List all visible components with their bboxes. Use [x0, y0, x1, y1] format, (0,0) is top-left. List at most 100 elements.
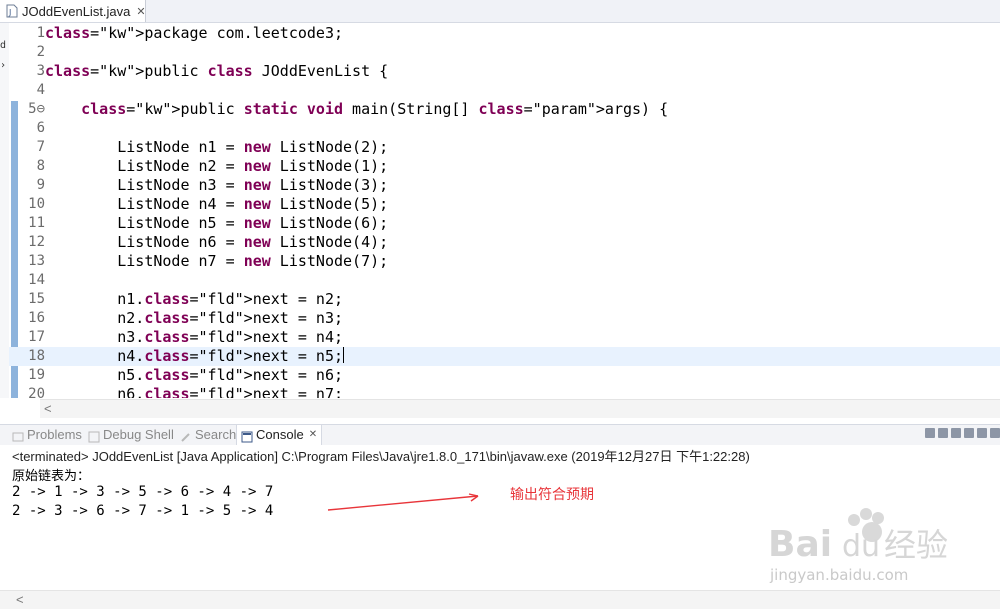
code-editor[interactable]: 1 class="kw">package com.leetcode3; 2 3 clas…	[9, 23, 1000, 398]
console-icon	[241, 429, 253, 443]
code-text: ListNode n1 = new ListNode(2);	[45, 138, 389, 156]
line-number: 18	[28, 348, 45, 364]
code-text: class="kw">public static void main(Strin…	[81, 100, 669, 118]
java-file-icon: J	[6, 4, 18, 18]
sliver-mark: d	[0, 40, 7, 51]
scroll-left-icon[interactable]: <	[16, 591, 24, 609]
code-line[interactable]: 18 n4.class="fld">next = n5;	[9, 347, 1000, 366]
console-horizontal-scrollbar[interactable]: <	[0, 590, 1000, 609]
line-number: 8	[36, 158, 45, 174]
svg-text:J: J	[8, 8, 11, 17]
tab-problems[interactable]: Problems	[12, 425, 82, 445]
line-number: 7	[36, 139, 45, 155]
line-number: 13	[28, 253, 45, 269]
line-number: 2	[36, 44, 45, 60]
line-number: 9	[36, 177, 45, 193]
code-line[interactable]: 7 ListNode n1 = new ListNode(2);	[9, 138, 1000, 157]
console-line: 2 -> 1 -> 3 -> 5 -> 6 -> 4 -> 7	[12, 484, 274, 500]
display-console-icon[interactable]	[990, 428, 1000, 438]
line-number: 1	[36, 25, 45, 41]
line-number: 20	[28, 386, 45, 398]
code-line[interactable]: 20 n6.class="fld">next = n7;	[9, 385, 1000, 398]
bottom-view-tabs: Problems Debug Shell Search Console ✕	[0, 424, 1000, 446]
editor-tab-joddevenlist[interactable]: J JOddEvenList.java ✕	[0, 0, 146, 22]
line-number: 4	[36, 82, 45, 98]
line-number: 19	[28, 367, 45, 383]
remove-launch-icon[interactable]	[938, 428, 948, 438]
code-line[interactable]: 2	[9, 43, 1000, 62]
code-line[interactable]: 12 ListNode n6 = new ListNode(4);	[9, 233, 1000, 252]
close-icon[interactable]: ✕	[136, 5, 145, 18]
code-text: class="kw">public class JOddEvenList {	[45, 62, 389, 80]
code-line[interactable]: 15 n1.class="fld">next = n2;	[9, 290, 1000, 309]
code-line[interactable]: 3 class="kw">public class JOddEvenList {	[9, 62, 1000, 81]
code-text: n4.class="fld">next = n5;	[45, 347, 345, 365]
code-text: ListNode n6 = new ListNode(4);	[45, 233, 389, 251]
problems-icon	[12, 429, 24, 442]
tab-console[interactable]: Console ✕	[236, 425, 323, 445]
code-text: class="kw">package com.leetcode3;	[45, 24, 344, 42]
tab-search[interactable]: Search	[180, 425, 236, 445]
tab-debug-shell[interactable]: Debug Shell	[88, 425, 174, 445]
line-number: 15	[28, 291, 45, 307]
terminated-status: <terminated> JOddEvenList [Java Applicat…	[12, 449, 750, 464]
close-icon[interactable]: ✕	[309, 425, 317, 445]
annotation-arrow	[327, 493, 479, 511]
annotation-text: 输出符合预期	[510, 486, 594, 502]
svg-text:Bai: Bai	[768, 524, 832, 565]
line-number: 5⊖	[28, 101, 45, 117]
code-line[interactable]: 5⊖ class="kw">public static void main(St…	[9, 100, 1000, 119]
tab-label: Search	[195, 427, 237, 442]
code-line[interactable]: 9 ListNode n3 = new ListNode(3);	[9, 176, 1000, 195]
tab-label: Console	[256, 427, 304, 442]
line-number: 10	[28, 196, 45, 212]
line-number: 14	[28, 272, 45, 288]
code-line[interactable]: 19 n5.class="fld">next = n6;	[9, 366, 1000, 385]
code-text: n6.class="fld">next = n7;	[45, 385, 344, 398]
code-line[interactable]: 4	[9, 81, 1000, 100]
code-line[interactable]: 13 ListNode n7 = new ListNode(7);	[9, 252, 1000, 271]
code-line[interactable]: 1 class="kw">package com.leetcode3;	[9, 24, 1000, 43]
code-text: n2.class="fld">next = n3;	[45, 309, 344, 327]
code-line[interactable]: 11 ListNode n5 = new ListNode(6);	[9, 214, 1000, 233]
console-toolbar	[925, 428, 1000, 442]
code-text: ListNode n2 = new ListNode(1);	[45, 157, 389, 175]
sliver-mark: ›	[0, 60, 7, 71]
scroll-left-icon[interactable]: <	[44, 400, 52, 418]
code-line[interactable]: 8 ListNode n2 = new ListNode(1);	[9, 157, 1000, 176]
editor-tab-bar: J JOddEvenList.java ✕	[0, 0, 1000, 23]
tab-label: Debug Shell	[103, 427, 174, 442]
line-number: 11	[28, 215, 45, 231]
editor-horizontal-scrollbar[interactable]: <	[40, 399, 1000, 418]
line-number: 6	[36, 120, 45, 136]
scroll-lock-icon[interactable]	[964, 428, 974, 438]
code-text: n5.class="fld">next = n6;	[45, 366, 344, 384]
package-explorer-edge: d ›	[0, 23, 9, 398]
code-line[interactable]: 17 n3.class="fld">next = n4;	[9, 328, 1000, 347]
line-number: 17	[28, 329, 45, 345]
watermark-url: jingyan.baidu.com	[770, 566, 909, 584]
search-icon	[180, 429, 192, 442]
editor-tab-label: JOddEvenList.java	[22, 3, 131, 19]
pin-console-icon[interactable]	[977, 428, 987, 438]
code-text: n3.class="fld">next = n4;	[45, 328, 344, 346]
code-text: n1.class="fld">next = n2;	[45, 290, 344, 308]
console-line: 2 -> 3 -> 6 -> 7 -> 1 -> 5 -> 4	[12, 503, 274, 519]
line-number: 12	[28, 234, 45, 250]
code-text: ListNode n3 = new ListNode(3);	[45, 176, 389, 194]
tab-label: Problems	[27, 427, 82, 442]
code-line[interactable]: 6	[9, 119, 1000, 138]
line-number: 3	[36, 63, 45, 79]
code-line[interactable]: 14	[9, 271, 1000, 290]
line-number: 16	[28, 310, 45, 326]
code-text: ListNode n4 = new ListNode(5);	[45, 195, 389, 213]
console-line: 原始链表为：	[12, 469, 91, 484]
code-line[interactable]: 10 ListNode n4 = new ListNode(5);	[9, 195, 1000, 214]
code-text: ListNode n5 = new ListNode(6);	[45, 214, 389, 232]
code-line[interactable]: 16 n2.class="fld">next = n3;	[9, 309, 1000, 328]
debug-shell-icon	[88, 429, 100, 443]
terminate-icon[interactable]	[925, 428, 935, 438]
svg-text:du: du	[842, 529, 880, 564]
code-text: ListNode n7 = new ListNode(7);	[45, 252, 389, 270]
remove-all-icon[interactable]	[951, 428, 961, 438]
